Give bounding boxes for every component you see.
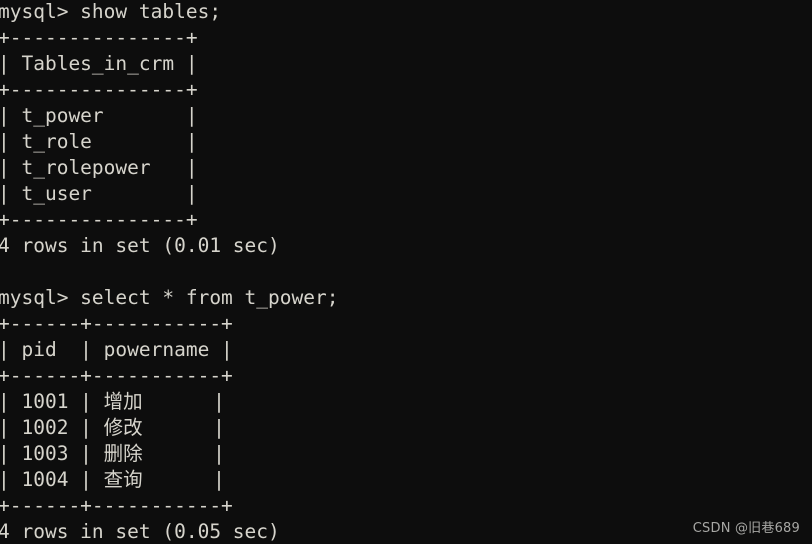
- terminal-line-row: | 1002 | 修改 |: [0, 416, 225, 439]
- terminal-line-header: | pid | powername |: [0, 338, 233, 361]
- terminal-line-row: | 1001 | 增加 |: [0, 390, 225, 413]
- terminal-line-prompt-2: mysql> select * from t_power;: [0, 286, 339, 309]
- terminal-line-header: | Tables_in_crm |: [0, 52, 198, 75]
- terminal-line-row: | t_power |: [0, 104, 198, 127]
- terminal-line-border: +------+-----------+: [0, 494, 233, 517]
- terminal-line-prompt-1: mysql> show tables;: [0, 0, 222, 23]
- terminal-line-status: 4 rows in set (0.01 sec): [0, 234, 280, 257]
- terminal-line-border: +---------------+: [0, 26, 198, 49]
- terminal-line-row: | t_role |: [0, 130, 198, 153]
- terminal-line-row: | 1004 | 查询 |: [0, 468, 225, 491]
- terminal-line-row: | t_rolepower |: [0, 156, 198, 179]
- terminal-line-row: | t_user |: [0, 182, 198, 205]
- terminal-line-border: +------+-----------+: [0, 312, 233, 335]
- terminal-window[interactable]: mysql> show tables; +---------------+ | …: [0, 0, 812, 544]
- terminal-line-border: +---------------+: [0, 78, 198, 101]
- terminal-line-border: +------+-----------+: [0, 364, 233, 387]
- terminal-line-status: 4 rows in set (0.05 sec): [0, 520, 280, 543]
- terminal-screen[interactable]: mysql> show tables; +---------------+ | …: [0, 0, 812, 544]
- csdn-watermark: CSDN @旧巷689: [692, 521, 800, 536]
- terminal-line-border: +---------------+: [0, 208, 198, 231]
- terminal-line-row: | 1003 | 删除 |: [0, 442, 225, 465]
